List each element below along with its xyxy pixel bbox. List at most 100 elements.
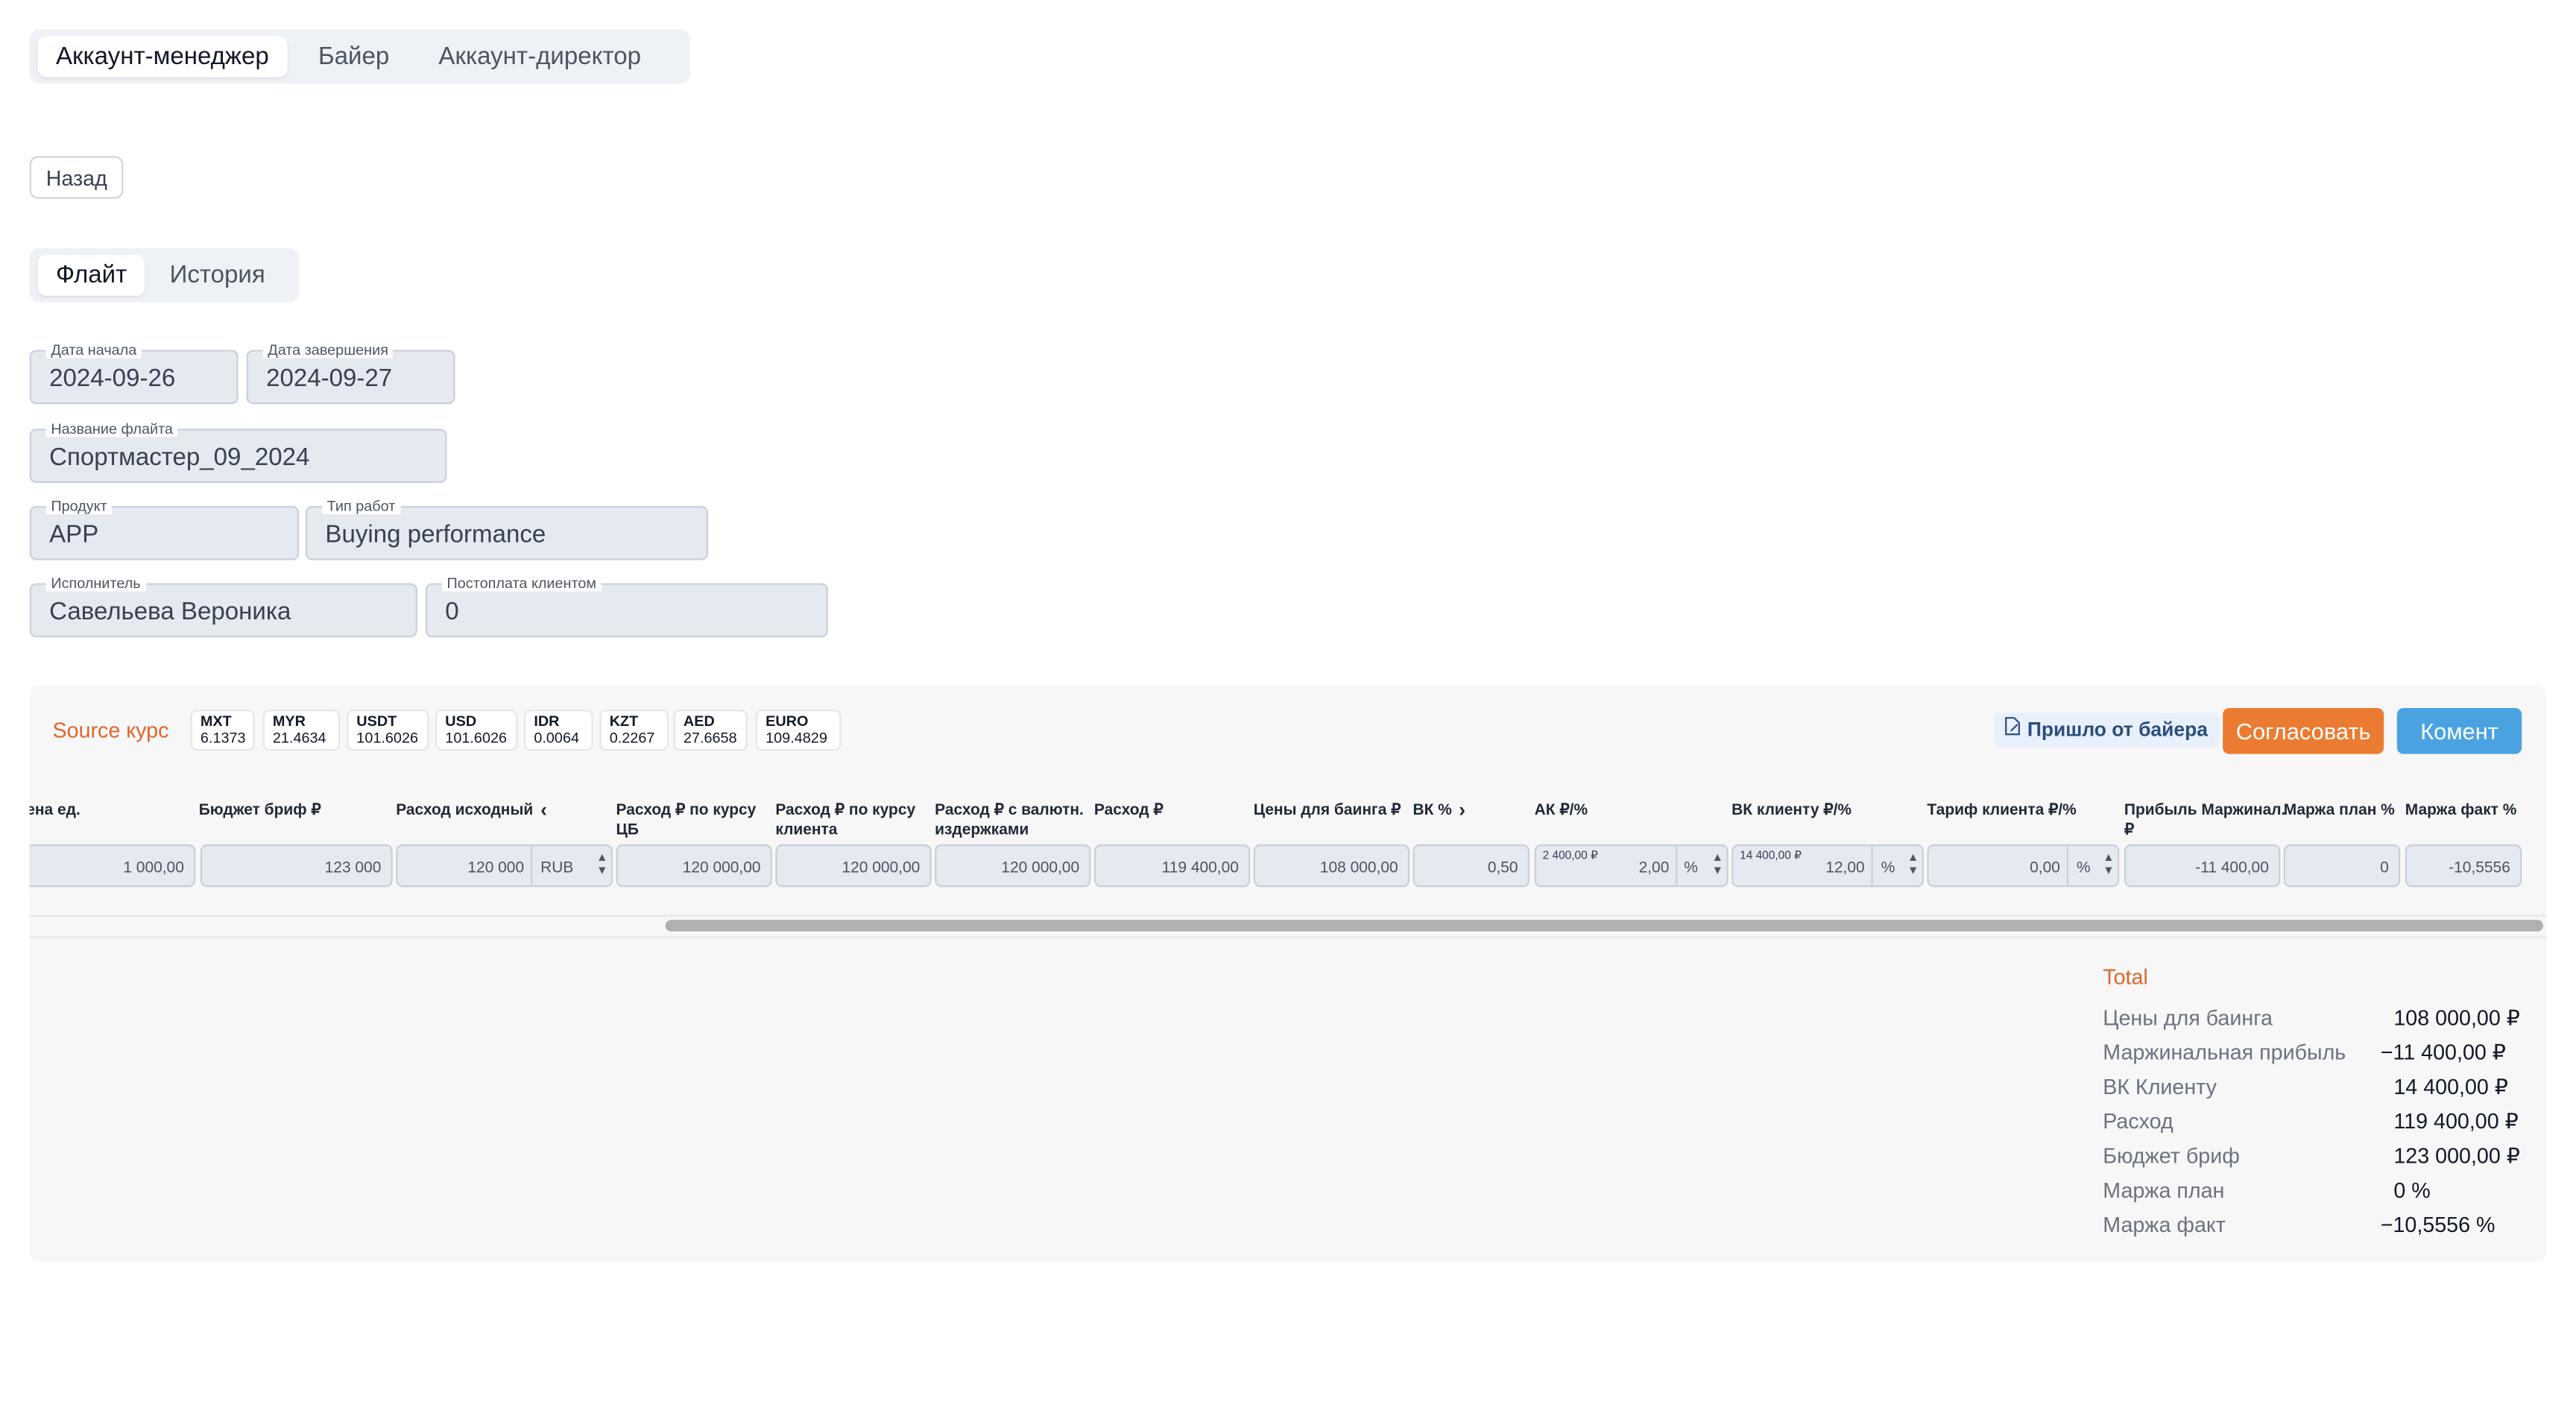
tab-account-director[interactable]: Аккаунт-директор <box>420 36 659 77</box>
col-header-spend-source: Расход исходный <box>396 801 534 820</box>
col-header-spend-fx: Расход ₽ с валютн. издержками <box>935 802 1084 840</box>
back-button[interactable]: Назад <box>29 156 124 199</box>
total-label: ВК Клиенту <box>2103 1074 2217 1099</box>
source-rate-title: Source курс <box>52 718 169 743</box>
end-date-value: 2024-09-27 <box>266 364 393 393</box>
buyer-source-badge: Пришло от байера <box>1994 713 2220 748</box>
cell-divider <box>1871 846 1873 886</box>
col-header-line: Прибыль Маржинал. <box>2124 801 2286 820</box>
cell-secondary-value: 14 400,00 ₽ <box>1740 850 1802 863</box>
flight-name-field[interactable]: Название флайта Спортмастер_09_2024 <box>29 420 447 484</box>
tab-flight[interactable]: Флайт <box>37 254 145 296</box>
cell-buying-price[interactable]: 108 000,00 <box>1253 844 1410 888</box>
unit-select[interactable]: % <box>1684 859 1698 877</box>
cell-brief-budget[interactable]: 123 000 <box>200 844 393 888</box>
col-header-vk-client: ВК клиенту ₽/% <box>1731 801 1852 820</box>
col-header-ak: АК ₽/% <box>1534 801 1588 820</box>
col-header-line: издержками <box>935 820 1029 839</box>
start-date-field[interactable]: Дата начала 2024-09-26 <box>29 341 239 405</box>
executor-label: Исполнитель <box>45 575 146 592</box>
work-type-value: Buying performance <box>325 520 546 549</box>
row-divider <box>29 936 2547 938</box>
cell-ak[interactable]: 2 400,00 ₽ 2,00 % ▲ ▼ <box>1534 844 1729 888</box>
rate-code: AED <box>683 713 715 730</box>
rate-chip: KZT 0.2267 <box>599 710 669 751</box>
cell-vk-client[interactable]: 14 400,00 ₽ 12,00 % ▲ ▼ <box>1731 844 1925 888</box>
cell-value: 120 000,00 <box>842 859 921 877</box>
col-header-spend-client: Расход ₽ по курсу клиента <box>775 802 915 840</box>
total-label: Маржа план <box>2103 1178 2225 1203</box>
cell-vk[interactable]: 0,50 <box>1412 844 1530 888</box>
currency-select[interactable]: RUB <box>540 859 573 877</box>
postpay-field[interactable]: Постоплата клиентом 0 <box>425 575 828 638</box>
rate-code: MXT <box>200 713 232 730</box>
col-header-line: Расход ₽ по курсу <box>616 801 757 820</box>
col-header-margin-plan: Маржа план % <box>2283 801 2395 820</box>
cell-value: 0,00 <box>2030 859 2060 877</box>
comment-button[interactable]: Комент <box>2396 707 2522 754</box>
start-date-label: Дата начала <box>45 341 142 358</box>
rate-chip: AED 27.6658 <box>673 710 748 751</box>
cell-spend-fx[interactable]: 120 000,00 <box>935 844 1091 888</box>
executor-field[interactable]: Исполнитель Савельева Вероника <box>29 575 417 638</box>
total-value: 123 000,00 ₽ <box>2393 1143 2520 1169</box>
product-value: APP <box>49 520 99 549</box>
rate-chip: IDR 0.0064 <box>524 710 593 751</box>
sort-arrows-icon[interactable]: ▲ ▼ <box>1907 853 1919 879</box>
role-tabs: Аккаунт-менеджер Байер Аккаунт-директор <box>29 29 690 84</box>
cell-spend[interactable]: 119 400,00 <box>1093 844 1251 888</box>
cell-value: 120 000,00 <box>1001 859 1080 877</box>
tab-account-manager[interactable]: Аккаунт-менеджер <box>37 36 288 78</box>
approve-button[interactable]: Согласовать <box>2223 707 2384 754</box>
cell-unit-price[interactable]: 1 000,00 <box>29 844 196 888</box>
rate-code: MYR <box>272 713 306 730</box>
cell-margin-fact[interactable]: -10,5556 <box>2405 844 2522 888</box>
collapse-left-icon[interactable]: ‹ <box>540 800 547 821</box>
cell-value: 0 <box>2380 859 2389 877</box>
col-header-unit-price: ена ед. <box>29 801 80 820</box>
end-date-field[interactable]: Дата завершения 2024-09-27 <box>246 341 455 405</box>
cell-client-tariff[interactable]: 0,00 % ▲ ▼ <box>1927 844 2120 888</box>
total-value: 0 % <box>2393 1178 2431 1203</box>
unit-select[interactable]: % <box>1881 859 1895 877</box>
sort-arrows-icon[interactable]: ▲ ▼ <box>596 853 607 879</box>
cell-spend-source[interactable]: 120 000 RUB ▲ ▼ <box>396 844 613 888</box>
cell-value: 120 000 <box>467 859 525 877</box>
total-value: −11 400,00 ₽ <box>2380 1040 2507 1065</box>
rate-value: 27.6658 <box>683 729 737 746</box>
col-header-line: Расход ₽ по курсу <box>775 801 916 820</box>
cell-value: 1 000,00 <box>123 859 184 877</box>
rate-value: 109.4829 <box>765 729 827 746</box>
total-value: −10,5556 % <box>2380 1212 2496 1237</box>
rate-value: 6.1373 <box>200 729 246 746</box>
sort-arrows-icon[interactable]: ▲ ▼ <box>2103 853 2114 879</box>
postpay-label: Постоплата клиентом <box>441 575 602 592</box>
col-header-spend: Расход ₽ <box>1093 801 1164 820</box>
unit-select[interactable]: % <box>2077 859 2091 877</box>
total-label: Цены для баинга <box>2103 1005 2273 1030</box>
cell-spend-client[interactable]: 120 000,00 <box>775 844 932 888</box>
scrollbar-thumb[interactable] <box>665 920 2543 932</box>
col-header-vk: ВК % <box>1412 801 1452 820</box>
flight-name-value: Спортмастер_09_2024 <box>49 443 310 472</box>
cell-value: -11 400,00 <box>2195 859 2269 877</box>
tab-buyer[interactable]: Байер <box>300 36 408 77</box>
horizontal-scrollbar[interactable] <box>665 920 2543 933</box>
product-field[interactable]: Продукт APP <box>29 497 300 560</box>
work-type-field[interactable]: Тип работ Buying performance <box>305 497 708 560</box>
col-header-margin-fact: Маржа факт % <box>2405 801 2517 820</box>
rate-value: 0.2267 <box>609 729 655 746</box>
cell-secondary-value: 2 400,00 ₽ <box>1542 850 1598 863</box>
col-header-buying-price: Цены для баинга ₽ <box>1253 801 1401 820</box>
sort-arrows-icon[interactable]: ▲ ▼ <box>1712 853 1723 879</box>
rate-value: 101.6026 <box>445 729 508 746</box>
cell-value: 0,50 <box>1487 859 1518 877</box>
total-label: Бюджет бриф <box>2103 1143 2240 1169</box>
cell-spend-cb[interactable]: 120 000,00 <box>616 844 772 888</box>
expand-right-icon[interactable]: › <box>1459 800 1465 821</box>
cell-margin-plan[interactable]: 0 <box>2283 844 2401 888</box>
col-header-profit: Прибыль Маржинал. ₽ <box>2124 802 2286 840</box>
tab-history[interactable]: История <box>151 255 283 296</box>
col-header-client-tariff: Тариф клиента ₽/% <box>1927 801 2077 820</box>
cell-profit[interactable]: -11 400,00 <box>2124 844 2281 888</box>
